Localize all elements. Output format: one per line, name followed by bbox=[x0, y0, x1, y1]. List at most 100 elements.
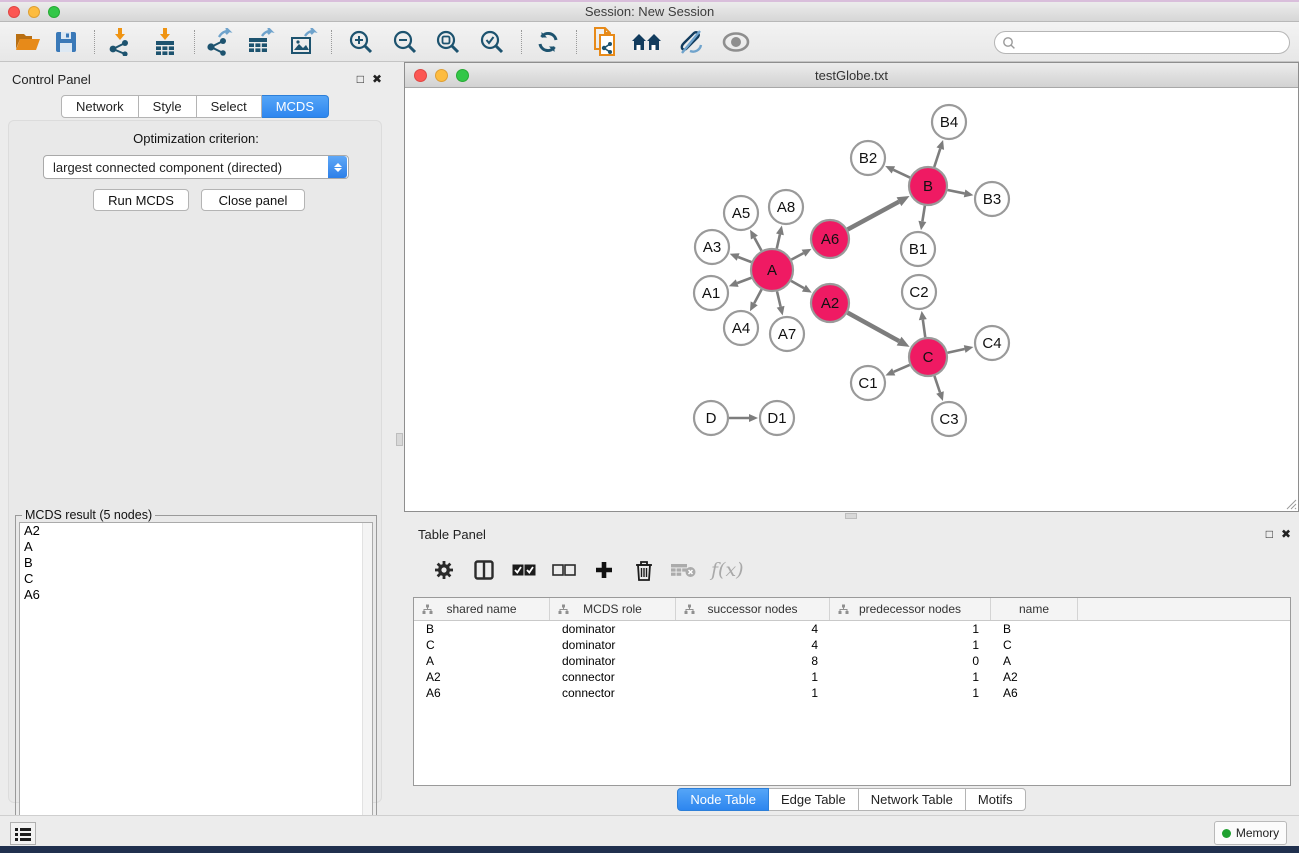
result-list-item[interactable]: A2 bbox=[20, 523, 372, 539]
export-table-button[interactable] bbox=[243, 26, 279, 58]
close-panel-button[interactable]: Close panel bbox=[201, 189, 305, 211]
column-header-name[interactable]: name bbox=[991, 598, 1078, 620]
task-history-button[interactable] bbox=[10, 822, 36, 845]
edge-C-C4[interactable] bbox=[948, 349, 965, 353]
horizontal-split-handle[interactable] bbox=[845, 513, 857, 519]
search-input[interactable] bbox=[1016, 36, 1289, 50]
column-header-successor-nodes[interactable]: successor nodes bbox=[676, 598, 830, 620]
select-all-button[interactable] bbox=[511, 557, 537, 583]
tab-style[interactable]: Style bbox=[139, 95, 197, 118]
edge-A-A1[interactable] bbox=[737, 278, 751, 283]
tab-edge-table[interactable]: Edge Table bbox=[769, 788, 859, 811]
tab-node-table[interactable]: Node Table bbox=[677, 788, 769, 811]
table-cell[interactable]: A6 bbox=[991, 686, 1078, 700]
table-cell[interactable]: B bbox=[414, 622, 550, 636]
memory-button[interactable]: Memory bbox=[1214, 821, 1287, 845]
resize-grip-icon[interactable] bbox=[1283, 496, 1297, 510]
zoom-out-button[interactable] bbox=[387, 26, 423, 58]
import-network-button[interactable] bbox=[102, 26, 138, 58]
add-column-button[interactable] bbox=[591, 557, 617, 583]
close-table-panel-icon[interactable]: ✖ bbox=[1281, 527, 1291, 541]
column-header-shared-name[interactable]: shared name bbox=[414, 598, 550, 620]
export-network-button[interactable] bbox=[201, 26, 237, 58]
edge-A6-B[interactable] bbox=[848, 202, 899, 230]
float-table-panel-icon[interactable]: □ bbox=[1266, 527, 1273, 541]
deselect-all-button[interactable] bbox=[551, 557, 577, 583]
table-row[interactable]: Cdominator41C bbox=[414, 637, 1290, 653]
table-cell[interactable]: B bbox=[991, 622, 1078, 636]
eye-button[interactable] bbox=[718, 26, 754, 58]
run-mcds-button[interactable]: Run MCDS bbox=[93, 189, 189, 211]
table-header-row[interactable]: shared nameMCDS rolesuccessor nodesprede… bbox=[414, 598, 1290, 621]
edge-C-C2[interactable] bbox=[923, 320, 925, 337]
edge-A-A6[interactable] bbox=[791, 253, 803, 259]
table-row[interactable]: A2connector11A2 bbox=[414, 669, 1290, 685]
clone-network-button[interactable] bbox=[587, 26, 623, 58]
function-builder-button[interactable]: f(x) bbox=[711, 559, 744, 581]
table-cell[interactable]: 1 bbox=[830, 686, 991, 700]
open-file-button[interactable] bbox=[10, 26, 46, 58]
table-cell[interactable]: connector bbox=[550, 686, 676, 700]
close-panel-icon[interactable]: ✖ bbox=[372, 72, 382, 86]
table-cell[interactable]: dominator bbox=[550, 638, 676, 652]
result-scrollbar[interactable] bbox=[362, 523, 372, 848]
tab-network-table[interactable]: Network Table bbox=[859, 788, 966, 811]
delete-table-button[interactable] bbox=[671, 557, 697, 583]
result-list-item[interactable]: A bbox=[20, 539, 372, 555]
table-cell[interactable]: 1 bbox=[830, 670, 991, 684]
table-cell[interactable]: 4 bbox=[676, 638, 830, 652]
zoom-fit-button[interactable] bbox=[430, 26, 466, 58]
table-cell[interactable]: 8 bbox=[676, 654, 830, 668]
float-panel-icon[interactable]: □ bbox=[357, 72, 364, 86]
table-cell[interactable]: 0 bbox=[830, 654, 991, 668]
table-cell[interactable]: 1 bbox=[830, 622, 991, 636]
table-cell[interactable]: 4 bbox=[676, 622, 830, 636]
column-header-MCDS-role[interactable]: MCDS role bbox=[550, 598, 676, 620]
edge-C-C3[interactable] bbox=[934, 376, 940, 393]
search-box[interactable] bbox=[994, 31, 1290, 54]
zoom-selected-button[interactable] bbox=[474, 26, 510, 58]
table-cell[interactable]: C bbox=[414, 638, 550, 652]
graphics-details-button[interactable] bbox=[672, 26, 708, 58]
table-cell[interactable]: dominator bbox=[550, 622, 676, 636]
edge-A-A7[interactable] bbox=[777, 291, 781, 306]
edge-B-B3[interactable] bbox=[948, 190, 965, 193]
gear-button[interactable] bbox=[431, 557, 457, 583]
network-window-titlebar[interactable]: testGlobe.txt bbox=[405, 63, 1298, 88]
table-row[interactable]: A6connector11A6 bbox=[414, 685, 1290, 701]
result-list-item[interactable]: B bbox=[20, 555, 372, 571]
tab-select[interactable]: Select bbox=[197, 95, 262, 118]
table-cell[interactable]: 1 bbox=[830, 638, 991, 652]
table-body[interactable]: Bdominator41BCdominator41CAdominator80AA… bbox=[414, 621, 1290, 701]
edge-C-C1[interactable] bbox=[894, 365, 910, 372]
criterion-dropdown[interactable]: largest connected component (directed) bbox=[43, 155, 349, 179]
table-cell[interactable]: C bbox=[991, 638, 1078, 652]
export-image-button[interactable] bbox=[286, 26, 322, 58]
vertical-split-handle[interactable] bbox=[396, 433, 403, 446]
table-cell[interactable]: A bbox=[991, 654, 1078, 668]
edge-B-B2[interactable] bbox=[893, 170, 910, 178]
table-cell[interactable]: dominator bbox=[550, 654, 676, 668]
save-session-button[interactable] bbox=[48, 26, 84, 58]
edge-B-B1[interactable] bbox=[922, 206, 924, 222]
edge-B-B4[interactable] bbox=[934, 149, 940, 167]
table-cell[interactable]: A2 bbox=[414, 670, 550, 684]
refresh-button[interactable] bbox=[530, 26, 566, 58]
tab-network[interactable]: Network bbox=[61, 95, 139, 118]
delete-column-button[interactable] bbox=[631, 557, 657, 583]
edge-A-A5[interactable] bbox=[754, 238, 761, 251]
node-table[interactable]: shared nameMCDS rolesuccessor nodesprede… bbox=[413, 597, 1291, 786]
result-list-item[interactable]: C bbox=[20, 571, 372, 587]
columns-button[interactable] bbox=[471, 557, 497, 583]
edge-A2-C[interactable] bbox=[848, 313, 900, 341]
table-row[interactable]: Adominator80A bbox=[414, 653, 1290, 669]
table-row[interactable]: Bdominator41B bbox=[414, 621, 1290, 637]
table-cell[interactable]: A bbox=[414, 654, 550, 668]
table-cell[interactable]: 1 bbox=[676, 686, 830, 700]
column-header-predecessor-nodes[interactable]: predecessor nodes bbox=[830, 598, 991, 620]
table-cell[interactable]: 1 bbox=[676, 670, 830, 684]
edge-A-A2[interactable] bbox=[791, 281, 804, 288]
table-cell[interactable]: A6 bbox=[414, 686, 550, 700]
tab-mcds[interactable]: MCDS bbox=[262, 95, 329, 118]
mcds-result-list[interactable]: A2ABCA6 bbox=[19, 522, 373, 849]
